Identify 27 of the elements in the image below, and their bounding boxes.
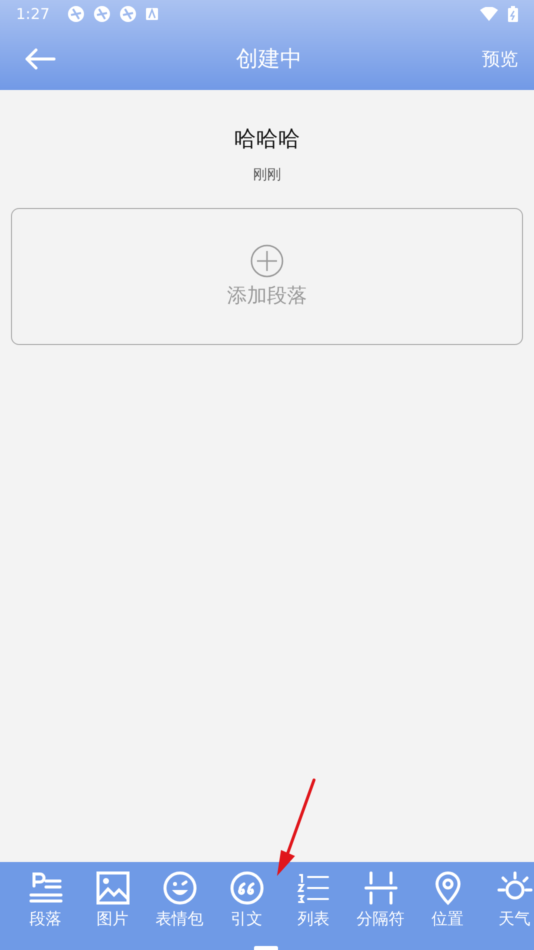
status-time: 1:27: [16, 5, 50, 23]
app-notification-icon: [68, 6, 84, 22]
toolbar-button[interactable]: 列表: [280, 870, 347, 930]
toolbar-button[interactable]: 表情包: [146, 870, 213, 930]
preview-button[interactable]: 预览: [482, 43, 518, 75]
toolbar-button[interactable]: 图片: [79, 870, 146, 930]
smiley-icon: [162, 870, 198, 906]
plus-icon: [250, 244, 284, 278]
toolbar-button[interactable]: 位置: [414, 870, 481, 930]
app-notification-icon: [120, 6, 136, 22]
app-notification-icon: [94, 6, 110, 22]
add-paragraph-button[interactable]: 添加段落: [11, 208, 523, 345]
toolbar-button[interactable]: 天气: [481, 870, 534, 930]
document-title: 哈哈哈: [234, 126, 300, 154]
document-time: 刚刚: [253, 166, 281, 184]
divider-icon: [362, 870, 398, 906]
home-indicator: [254, 946, 278, 950]
toolbar-button[interactable]: 引文: [213, 870, 280, 930]
wifi-icon: [480, 7, 498, 21]
toolbar-button[interactable]: 分隔符: [347, 870, 414, 930]
quote-icon: [228, 870, 264, 906]
back-button[interactable]: [24, 48, 56, 70]
image-icon: [94, 870, 130, 906]
toolbar-button[interactable]: 段落: [12, 870, 79, 930]
battery-icon: [508, 6, 518, 22]
screen-title: 创建中: [235, 46, 303, 74]
notification-icon: [146, 8, 158, 20]
